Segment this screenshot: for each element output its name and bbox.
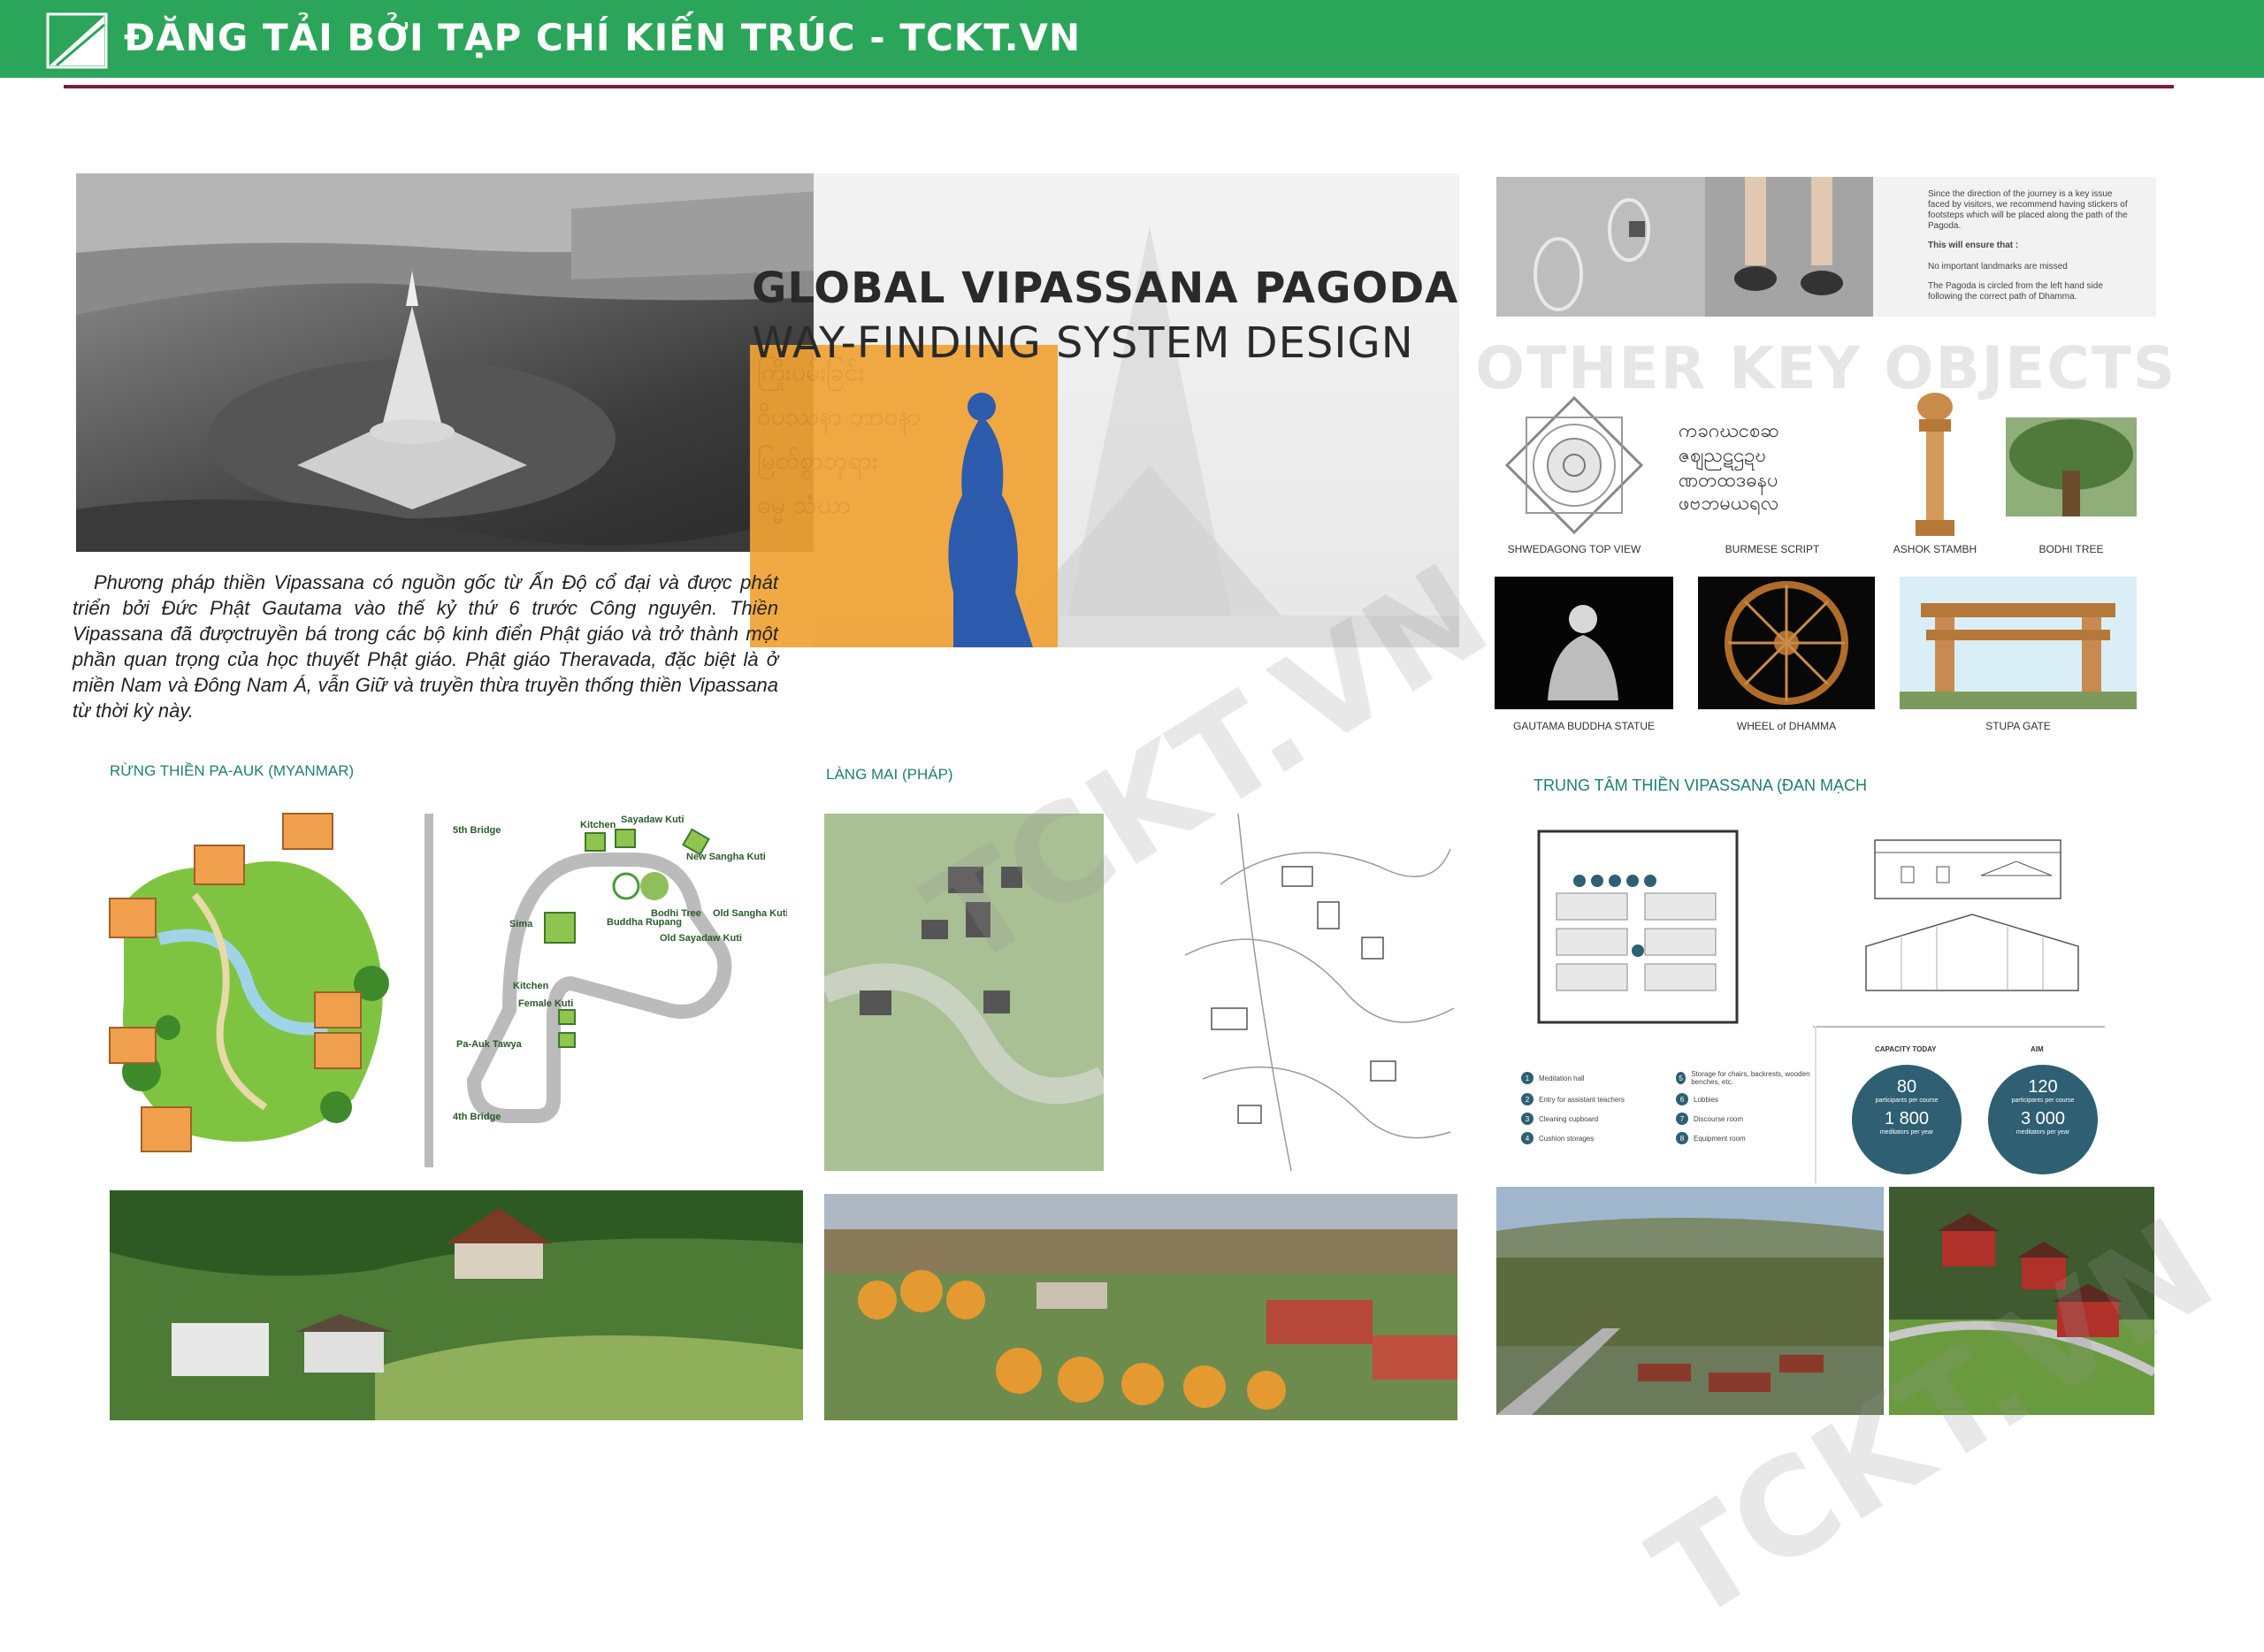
aim-meditators-sub: meditators per year: [2015, 1129, 2070, 1136]
legend-item: 3 Cleaning cupboard: [1521, 1113, 1667, 1125]
legend-item: 6 Lobbies: [1676, 1093, 1822, 1105]
pagoda-aerial-photo: [76, 173, 819, 552]
map-label-new-sangha-kuti: New Sangha Kuti: [686, 852, 766, 862]
page-title: GLOBAL VIPASSANA PAGODA: [752, 264, 1459, 313]
aim-circle: 120 participants per course 3 000 medita…: [1988, 1065, 2098, 1174]
aim-meditators: 3 000: [2020, 1109, 2066, 1128]
caption-buddha-statue: GAUTAMA BUDDHA STATUE: [1512, 720, 1656, 732]
tckt-logo-icon: [46, 12, 108, 69]
map-label-old-sayadaw-kuti: Old Sayadaw Kuti: [660, 933, 742, 944]
aim-participants: 120: [2028, 1077, 2058, 1097]
section-heading-denmark: TRUNG TÂM THIỀN VIPASSANA (ĐAN MẠCH: [1534, 776, 1868, 794]
footsteps-notes-panel: Since the direction of the journey is a …: [1873, 177, 2156, 317]
paauk-route-map: 5th Bridge Kitchen Sayadaw Kuti New Sang…: [421, 807, 787, 1178]
langmai-line-map: [1185, 814, 1454, 1171]
legend-item: 1 Meditation hall: [1521, 1070, 1667, 1086]
legend-item: 2 Entry for assistant teachers: [1521, 1093, 1667, 1105]
page-subtitle: WAY-FINDING SYSTEM DESIGN: [752, 318, 1414, 368]
shwedagon-top-view-icon: [1504, 395, 1644, 535]
svg-text:မြတ်စွာဘုရား: မြတ်စွာဘုရား: [757, 444, 878, 480]
paauk-landscape-photo: [110, 1190, 803, 1420]
burmese-script-icon: ကခဂဃငစဆ ဇဈညဋဌဍဎ ဏတထဒဓနပ ဖဗဘမယရလ: [1679, 420, 1779, 515]
map-label-kitchen-2: Kitchen: [513, 981, 549, 991]
denmark-aerial-photo: [1496, 1187, 1884, 1415]
map-label-5th-bridge: 5th Bridge: [453, 825, 501, 836]
legend-item: 8 Equipment room: [1676, 1132, 1822, 1144]
caption-dhamma-wheel: WHEEL of DHAMMA: [1736, 720, 1837, 732]
caption-burmese-script: BURMESE SCRIPT: [1725, 543, 1820, 555]
aim-label: AIM: [2031, 1045, 2044, 1053]
denmark-legend: 1 Meditation hall 5 Storage for chairs, ba…: [1521, 1070, 1822, 1144]
svg-text:ဓမ္မ သံဃာ: ဓမ္မ သံဃာ: [757, 490, 852, 524]
denmark-vertical-divider: [1815, 1026, 1817, 1183]
paauk-illustrated-map: [106, 807, 412, 1164]
footsteps-note-1: Since the direction of the journey is a …: [1928, 189, 2128, 231]
footsteps-walking-photo: [1705, 177, 1873, 317]
svg-text:ဝိပဿနာ ဘာဝနာ: ဝိပဿနာ ဘာဝနာ: [757, 401, 921, 436]
map-label-sima: Sima: [509, 919, 533, 929]
caption-stupa-gate: STUPA GATE: [1985, 720, 2051, 732]
section-heading-langmai: LÀNG MAI (PHÁP): [826, 766, 953, 783]
banner-title: ĐĂNG TẢI BỞI TẠP CHÍ KIẾN TRÚC - TCKT.VN: [124, 16, 1082, 59]
map-label-paauk-tawya: Pa-Auk Tawya: [456, 1039, 523, 1050]
dhamma-wheel-icon: [1698, 577, 1875, 709]
caption-ashok-stambh: ASHOK STAMBH: [1893, 543, 1977, 555]
map-label-kitchen: Kitchen: [580, 820, 616, 830]
today-participants-sub: participants per course: [1875, 1098, 1939, 1104]
denmark-elevation-drawings: [1865, 839, 2079, 991]
today-meditators: 1 800: [1884, 1109, 1930, 1128]
footsteps-note-2: This will ensure that :: [1928, 241, 2019, 250]
footsteps-sticker-photo: [1496, 177, 1705, 317]
svg-text:ကခဂဃငစဆ: ကခဂဃငစဆ: [1679, 420, 1779, 442]
denmark-floor-plan: [1537, 830, 1739, 1024]
capacity-today-label: CAPACITY TODAY: [1875, 1045, 1937, 1053]
intro-paragraph: Phương pháp thiền Vipassana có nguồn gốc…: [73, 571, 778, 722]
svg-text:ဇဈညဋဌဍဎ: ဇဈညဋဌဍဎ: [1679, 445, 1766, 470]
map-label-old-sangha-kuti: Old Sangha Kuti: [713, 908, 787, 919]
capacity-today-circle: 80 participants per course 1 800 meditat…: [1852, 1065, 1962, 1174]
ashok-stambh-icon: [1916, 393, 1954, 536]
section-heading-paauk: RỪNG THIỀN PA-AUK (MYANMAR): [110, 762, 355, 779]
map-label-bodhi-tree: Bodhi Tree: [651, 908, 701, 919]
svg-text:ဏတထဒဓနပ: ဏတထဒဓနပ: [1679, 470, 1778, 495]
orange-accent-block: ကြိုးပမ်းခြင်း ဝိပဿနာ ဘာဝနာ မြတ်စွာဘုရား…: [750, 345, 1058, 647]
footsteps-note-4: The Pagoda is circled from the left hand…: [1928, 281, 2103, 302]
map-label-4th-bridge: 4th Bridge: [453, 1112, 501, 1122]
langmai-landscape-photo: [824, 1194, 1457, 1420]
legend-item: 5 Storage for chairs, backrests, wooden b…: [1676, 1070, 1822, 1086]
today-participants: 80: [1896, 1077, 1917, 1097]
today-meditators-sub: meditators per year: [1879, 1129, 1934, 1136]
buddha-statue-photo: [1495, 577, 1673, 709]
buddha-silhouette-icon: [948, 416, 1033, 647]
map-label-female-kuti: Female Kuti: [518, 998, 573, 1009]
bodhi-tree-photo: [2006, 417, 2137, 516]
banner-divider: [64, 85, 2174, 88]
caption-shwedagon: SHWEDAGONG TOP VIEW: [1507, 543, 1641, 555]
stupa-gate-photo: [1900, 577, 2137, 709]
map-label-sayadaw-kuti: Sayadaw Kuti: [621, 815, 685, 825]
svg-text:ဖဗဘမယရလ: ဖဗဘမယရလ: [1679, 493, 1779, 515]
caption-bodhi-tree: BODHI TREE: [2038, 543, 2104, 555]
footsteps-note-3: No important landmarks are missed: [1928, 262, 2068, 272]
legend-item: 7 Discourse room: [1676, 1113, 1822, 1125]
aim-participants-sub: participants per course: [2011, 1098, 2075, 1104]
legend-item: 4 Cushion storages: [1521, 1132, 1667, 1144]
key-objects-heading: OTHER KEY OBJECTS: [1475, 334, 2177, 402]
capacity-divider: [1813, 1026, 2105, 1028]
